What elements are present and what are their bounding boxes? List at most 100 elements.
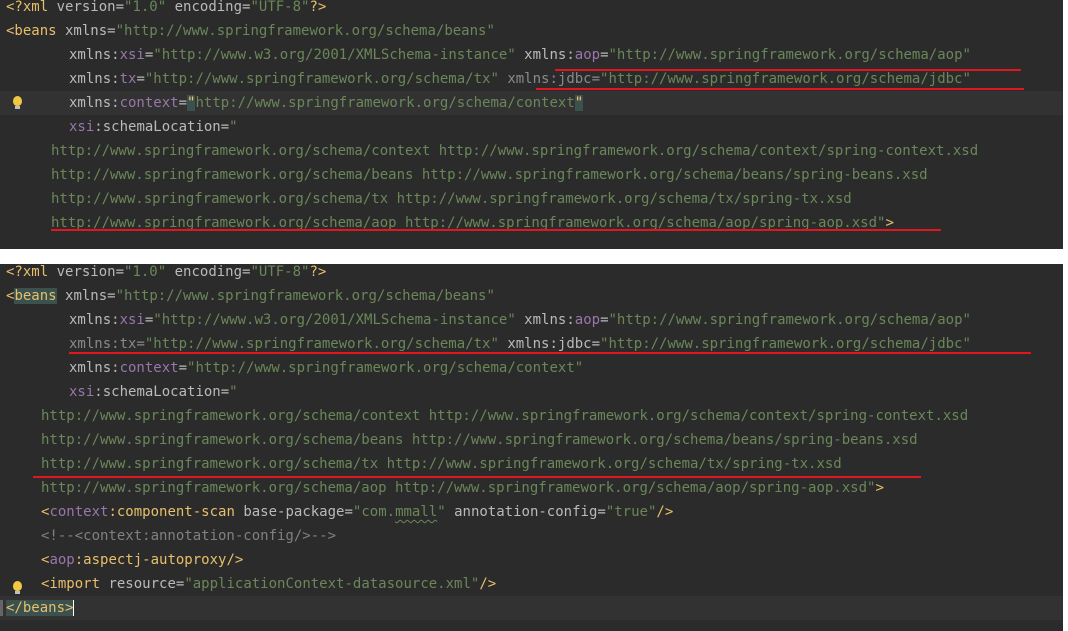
namespace: context	[49, 504, 109, 520]
attr-value: "1.0"	[124, 264, 167, 280]
code-line: http://www.springframework.org/schema/co…	[0, 404, 1063, 428]
attr-prefix: xmlns:	[69, 360, 120, 376]
attr-name: annotation-config=	[445, 504, 606, 520]
xml-declaration-end: ?>	[309, 0, 327, 15]
attr-prefix: xmlns:jdbc=	[498, 336, 601, 352]
attr-value: "UTF-8"	[250, 264, 310, 280]
namespace: xsi	[69, 119, 95, 135]
namespace: xsi	[119, 47, 145, 63]
namespace: context	[119, 360, 179, 376]
attr-value: "http://www.springframework.org/schema/a…	[608, 47, 971, 63]
code-line: xmlns:xsi="http://www.w3.org/2001/XMLSch…	[0, 308, 1063, 332]
attr-name: encoding=	[166, 0, 251, 15]
xml-comment: <!--<context:annotation-config/>-->	[41, 528, 337, 544]
fold-marker	[0, 600, 3, 616]
attr-prefix: xmlns:	[69, 71, 120, 87]
beans-tag: <beans	[6, 23, 57, 39]
code-line: http://www.springframework.org/schema/ao…	[0, 476, 1063, 500]
attr-prefix-unused: xmlns:jdbc=	[498, 71, 601, 87]
namespace: xsi	[69, 384, 95, 400]
code-line: <?xml version="1.0" encoding="UTF-8"?>	[0, 264, 1063, 284]
code-line: <beans xmlns="http://www.springframework…	[0, 284, 1063, 308]
attr-prefix: xmlns:	[69, 47, 120, 63]
code-line: http://www.springframework.org/schema/tx…	[0, 187, 1063, 211]
schema-location-value: http://www.springframework.org/schema/co…	[51, 143, 979, 159]
attr-value: "http://www.springframework.org/schema/b…	[115, 23, 495, 39]
attr-value: "http://www.springframework.org/schema/c…	[187, 360, 584, 376]
attr-name: :schemaLocation=	[94, 384, 230, 400]
attr-value: http://www.springframework.org/schema/co…	[195, 95, 575, 111]
beans-close-tag: </beans>	[6, 600, 74, 616]
code-line: xmlns:context="http://www.springframewor…	[0, 356, 1063, 380]
attr-prefix: xmlns:	[69, 95, 120, 111]
attr-value: "	[437, 504, 446, 520]
attr-value: "true"	[605, 504, 657, 520]
equals: =	[178, 360, 188, 376]
code-line: http://www.springframework.org/schema/ao…	[0, 211, 1063, 235]
xml-declaration: <?xml	[6, 264, 49, 280]
editor-panel-top[interactable]: <?xml version="1.0" encoding="UTF-8"?> <…	[0, 0, 1063, 249]
namespace: context	[119, 95, 179, 111]
code-line: xmlns:xsi="http://www.w3.org/2001/XMLSch…	[0, 43, 1063, 67]
attr-value: "UTF-8"	[250, 0, 310, 15]
annotation-underline	[536, 88, 1024, 90]
attr-value: "com.	[352, 504, 396, 520]
attr-value: "http://www.w3.org/2001/XMLSchema-instan…	[153, 47, 516, 63]
code-line: http://www.springframework.org/schema/be…	[0, 428, 1063, 452]
aspectj-autoproxy-tag: :aspectj-autoproxy	[74, 552, 227, 568]
namespace: aop	[574, 47, 601, 63]
component-scan-tag: :component-scan	[108, 504, 235, 520]
attr-value: "	[229, 119, 238, 135]
attr-value: "http://www.springframework.org/schema/t…	[144, 336, 499, 352]
attr-value: "http://www.springframework.org/schema/b…	[115, 288, 495, 304]
attr-value: "http://www.springframework.org/schema/j…	[600, 71, 971, 87]
intention-bulb-icon[interactable]	[13, 581, 22, 594]
equals: =	[600, 47, 609, 63]
namespace: aop	[49, 552, 75, 568]
text-cursor	[73, 600, 75, 616]
code-line: http://www.springframework.org/schema/tx…	[0, 452, 1063, 476]
code-line-current: </beans>	[0, 596, 1063, 620]
code-line: <context:component-scan base-package="co…	[0, 500, 1063, 524]
tag-close: />	[656, 504, 674, 520]
attr-name: :schemaLocation=	[94, 119, 230, 135]
schema-location-value: http://www.springframework.org/schema/co…	[41, 408, 969, 424]
equals: =	[136, 336, 145, 352]
attr-value: "http://www.springframework.org/schema/a…	[608, 312, 971, 328]
attr-prefix: xmlns:	[69, 312, 120, 328]
namespace: aop	[574, 312, 601, 328]
schema-location-value: http://www.springframework.org/schema/tx…	[51, 191, 852, 207]
annotation-underline	[69, 352, 1031, 354]
schema-location-value: http://www.springframework.org/schema/tx…	[41, 456, 842, 472]
code-line: xsi:schemaLocation="	[0, 115, 1063, 139]
attr-value: "	[229, 384, 238, 400]
namespace-unused: tx	[119, 336, 137, 352]
intention-bulb-icon[interactable]	[13, 96, 22, 109]
typo-word: mmall	[395, 504, 438, 520]
code-line: <beans xmlns="http://www.springframework…	[0, 19, 1063, 43]
tag-close: />	[226, 552, 244, 568]
equals: =	[136, 71, 145, 87]
attr-prefix: xmlns:	[515, 312, 575, 328]
xml-declaration: <?xml	[6, 0, 49, 15]
xml-declaration-end: ?>	[309, 264, 327, 280]
attr-name: version=	[48, 264, 125, 280]
code-line: <!--<context:annotation-config/>-->	[0, 524, 1063, 548]
namespace: tx	[119, 71, 137, 87]
attr-value: "http://www.springframework.org/schema/j…	[600, 336, 971, 352]
code-line-current: xmlns:context= "http://www.springframewor…	[0, 91, 1063, 115]
attr-name: xmlns=	[56, 23, 116, 39]
attr-name: base-package=	[234, 504, 353, 520]
import-tag: <import	[41, 576, 101, 592]
schema-location-value: http://www.springframework.org/schema/ao…	[41, 480, 876, 496]
annotation-underline	[33, 476, 921, 478]
editor-panel-bottom[interactable]: <?xml version="1.0" encoding="UTF-8"?> <…	[0, 264, 1063, 631]
equals: =	[178, 95, 188, 111]
tag-close: />	[479, 576, 497, 592]
annotation-underline	[51, 229, 941, 231]
schema-location-value: http://www.springframework.org/schema/be…	[41, 432, 918, 448]
code-line: <?xml version="1.0" encoding="UTF-8"?>	[0, 0, 1063, 19]
attr-value: "http://www.springframework.org/schema/t…	[144, 71, 499, 87]
equals: =	[600, 312, 609, 328]
attr-prefix: xmlns:	[515, 47, 575, 63]
